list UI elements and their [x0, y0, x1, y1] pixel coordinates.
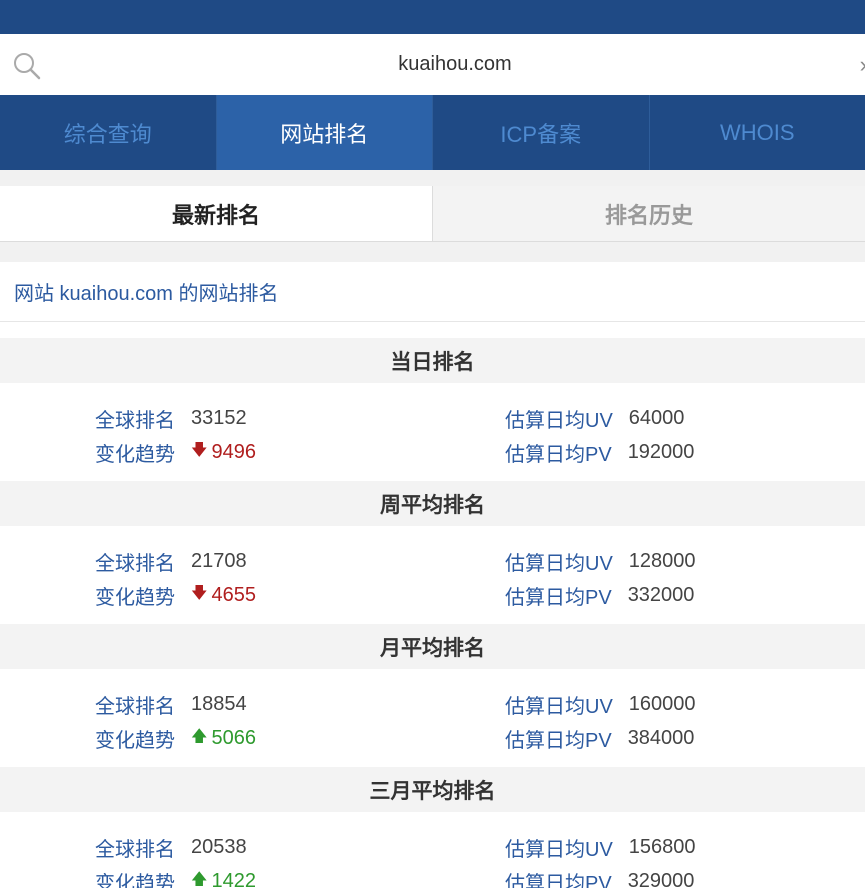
trend-row: 变化趋势 🡅 5066: [95, 721, 256, 755]
global-rank-label: 全球排名: [95, 409, 175, 432]
tab-label: ICP备案: [500, 121, 582, 147]
tab-label: 综合查询: [63, 121, 152, 147]
global-rank-row: 全球排名 33152: [95, 401, 256, 435]
rank-column: 全球排名 21708 变化趋势 🡇 4655: [95, 544, 256, 612]
traffic-column: 估算日均UV 64000 估算日均PV 192000: [505, 401, 694, 469]
global-rank-value: 33152: [191, 406, 247, 429]
uv-row: 估算日均UV 64000: [505, 401, 694, 435]
uv-label: 估算日均UV: [505, 838, 613, 861]
trend-row: 变化趋势 🡇 4655: [95, 578, 256, 612]
section-title: 月平均排名: [0, 624, 865, 669]
section-body: 全球排名 18854 变化趋势 🡅 5066 估算日均UV 160000 估算日均PV 3…: [0, 669, 865, 767]
section-body: 全球排名 20538 变化趋势 🡅 1422 估算日均UV 156800 估算日均PV 3…: [0, 812, 865, 888]
uv-value: 160000: [628, 692, 696, 715]
uv-row: 估算日均UV 156800: [505, 830, 696, 864]
trend-label: 变化趋势: [95, 443, 175, 466]
uv-value: 64000: [628, 406, 685, 429]
uv-label: 估算日均UV: [505, 695, 613, 718]
spacer: [0, 242, 865, 262]
rank-section: 当日排名 全球排名 33152 变化趋势 🡇 9496 估算日均UV 64000 估算日…: [0, 338, 865, 481]
search-edge-glyph: ›: [860, 52, 865, 78]
tab-label: WHOIS: [719, 119, 795, 145]
section-body: 全球排名 21708 变化趋势 🡇 4655 估算日均UV 128000 估算日均PV 3…: [0, 526, 865, 624]
search-icon[interactable]: [12, 51, 42, 81]
pv-label: 估算日均PV: [505, 729, 612, 752]
traffic-column: 估算日均UV 156800 估算日均PV 329000: [505, 830, 696, 888]
trend-label: 变化趋势: [95, 586, 175, 609]
top-bar: [0, 0, 865, 34]
uv-value: 128000: [628, 549, 696, 572]
pv-value: 329000: [627, 869, 695, 888]
pv-row: 估算日均PV 329000: [505, 864, 696, 888]
trend-value: 9496: [211, 440, 256, 463]
traffic-column: 估算日均UV 160000 估算日均PV 384000: [505, 687, 696, 755]
trend-value-wrap: 🡇 4655: [191, 582, 256, 609]
trend-label: 变化趋势: [95, 729, 175, 752]
trend-row: 变化趋势 🡅 1422: [95, 864, 256, 888]
main-nav: 综合查询 网站排名 ICP备案 WHOIS: [0, 95, 865, 170]
tab-site-rank[interactable]: 网站排名: [216, 95, 433, 170]
trend-row: 变化趋势 🡇 9496: [95, 435, 256, 469]
rank-sections: 当日排名 全球排名 33152 变化趋势 🡇 9496 估算日均UV 64000 估算日…: [0, 338, 865, 888]
global-rank-row: 全球排名 20538: [95, 830, 256, 864]
global-rank-label: 全球排名: [95, 695, 175, 718]
rank-subtabs: 最新排名 排名历史: [0, 186, 865, 242]
global-rank-value: 20538: [191, 835, 247, 858]
global-rank-row: 全球排名 21708: [95, 544, 256, 578]
pv-row: 估算日均PV 384000: [505, 721, 696, 755]
section-body: 全球排名 33152 变化趋势 🡇 9496 估算日均UV 64000 估算日均PV 19…: [0, 383, 865, 481]
pv-value: 332000: [627, 583, 695, 606]
search-input[interactable]: [60, 48, 850, 80]
pv-row: 估算日均PV 192000: [505, 435, 694, 469]
arrow-up-icon: 🡅: [191, 727, 208, 745]
section-title: 当日排名: [0, 338, 865, 383]
trend-value-wrap: 🡅 1422: [191, 868, 256, 888]
trend-value: 1422: [211, 869, 256, 888]
search-bar: ›: [0, 34, 865, 95]
trend-value: 4655: [211, 583, 256, 606]
rank-section: 周平均排名 全球排名 21708 变化趋势 🡇 4655 估算日均UV 128000 估…: [0, 481, 865, 624]
tab-icp[interactable]: ICP备案: [433, 95, 650, 170]
pv-value: 192000: [627, 440, 695, 463]
subtab-label: 排名历史: [604, 202, 693, 228]
rank-section: 三月平均排名 全球排名 20538 变化趋势 🡅 1422 估算日均UV 156800 …: [0, 767, 865, 888]
traffic-column: 估算日均UV 128000 估算日均PV 332000: [505, 544, 696, 612]
tab-overview[interactable]: 综合查询: [0, 95, 217, 170]
rank-column: 全球排名 33152 变化趋势 🡇 9496: [95, 401, 256, 469]
tab-label: 网站排名: [280, 121, 369, 147]
section-title: 周平均排名: [0, 481, 865, 526]
global-rank-row: 全球排名 18854: [95, 687, 256, 721]
arrow-down-icon: 🡇: [191, 441, 208, 459]
global-rank-label: 全球排名: [95, 552, 175, 575]
pv-label: 估算日均PV: [505, 872, 612, 888]
trend-value: 5066: [211, 726, 256, 749]
global-rank-value: 18854: [191, 692, 247, 715]
rank-column: 全球排名 18854 变化趋势 🡅 5066: [95, 687, 256, 755]
uv-row: 估算日均UV 160000: [505, 687, 696, 721]
uv-row: 估算日均UV 128000: [505, 544, 696, 578]
rank-section: 月平均排名 全球排名 18854 变化趋势 🡅 5066 估算日均UV 160000 估…: [0, 624, 865, 767]
uv-value: 156800: [628, 835, 696, 858]
uv-label: 估算日均UV: [505, 409, 613, 432]
subtab-rank-history[interactable]: 排名历史: [432, 186, 865, 241]
subtab-latest-rank[interactable]: 最新排名: [0, 186, 432, 241]
uv-label: 估算日均UV: [505, 552, 613, 575]
pv-label: 估算日均PV: [505, 443, 612, 466]
global-rank-value: 21708: [191, 549, 247, 572]
trend-value-wrap: 🡇 9496: [191, 439, 256, 466]
arrow-down-icon: 🡇: [191, 584, 208, 602]
global-rank-label: 全球排名: [95, 838, 175, 861]
site-rank-caption: 网站 kuaihou.com 的网站排名: [0, 262, 865, 322]
section-title: 三月平均排名: [0, 767, 865, 812]
pv-value: 384000: [627, 726, 695, 749]
pv-row: 估算日均PV 332000: [505, 578, 696, 612]
tab-whois[interactable]: WHOIS: [650, 95, 865, 170]
pv-label: 估算日均PV: [505, 586, 612, 609]
subtab-label: 最新排名: [171, 202, 260, 228]
spacer: [0, 170, 865, 186]
arrow-up-icon: 🡅: [191, 870, 208, 888]
trend-value-wrap: 🡅 5066: [191, 725, 256, 752]
rank-column: 全球排名 20538 变化趋势 🡅 1422: [95, 830, 256, 888]
trend-label: 变化趋势: [95, 872, 175, 888]
